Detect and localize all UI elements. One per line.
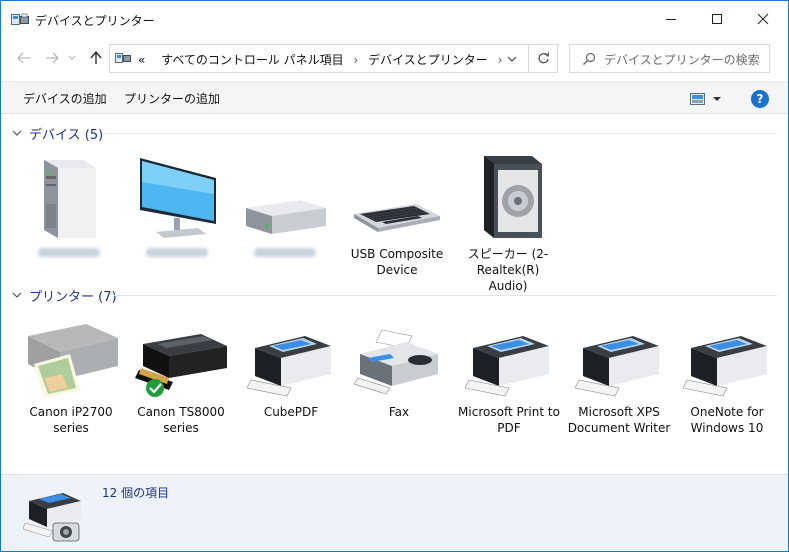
printer-photo-icon — [19, 312, 123, 398]
address-dropdown-icon[interactable] — [506, 53, 518, 65]
address-bar[interactable]: « すべてのコントロール パネル項目 › デバイスとプリンター › — [109, 44, 529, 73]
devices-printers-large-icon — [23, 493, 81, 542]
window-title: デバイスとプリンター — [35, 14, 155, 28]
printer-icon — [675, 312, 779, 398]
minimize-icon — [666, 19, 676, 20]
printer-item-canon-ip2700[interactable]: Canon iP2700 series — [19, 312, 123, 436]
keyboard-icon — [345, 148, 449, 240]
close-button[interactable] — [740, 1, 786, 37]
group-divider — [113, 295, 777, 296]
printer-label: Microsoft Print to PDF — [458, 405, 560, 435]
device-item-drive[interactable] — [233, 148, 337, 257]
device-label-blurred — [146, 248, 208, 257]
printer-icon — [239, 312, 343, 398]
add-device-button[interactable]: デバイスの追加 — [23, 90, 107, 107]
refresh-icon — [537, 52, 549, 64]
printer-label: Fax — [388, 405, 410, 419]
back-arrow-icon — [17, 52, 30, 64]
printer-item-cubepdf[interactable]: CubePDF — [239, 312, 343, 420]
devices-printers-app-icon — [11, 13, 29, 25]
help-button[interactable]: ? — [751, 90, 769, 108]
group-title-devices: デバイス (5) — [29, 127, 104, 143]
items-view: デバイス (5) USB Composite Device スピーカー (2- … — [1, 114, 788, 474]
device-item-computer[interactable] — [17, 148, 121, 257]
search-placeholder: デバイスとプリンターの検索 — [604, 53, 760, 67]
control-panel-icon — [115, 53, 131, 63]
device-label: USB Composite Device — [350, 247, 444, 277]
computer-tower-icon — [17, 148, 121, 240]
item-count: 12 個の項目 — [102, 486, 170, 500]
printer-item-fax[interactable]: Fax — [347, 312, 451, 420]
printer-label: Canon TS8000 series — [137, 405, 225, 435]
recent-locations-button[interactable] — [65, 47, 79, 69]
change-view-icon[interactable] — [689, 91, 725, 107]
add-printer-button[interactable]: プリンターの追加 — [124, 90, 220, 107]
printer-label: OneNote for Windows 10 — [690, 405, 764, 435]
breadcrumb-separator[interactable]: › — [354, 53, 359, 67]
group-title-printers: プリンター (7) — [29, 289, 117, 305]
search-icon — [583, 52, 596, 65]
chevron-down-icon — [12, 130, 22, 136]
devices-printers-window: デバイスとプリンター « すべてのコントロール パネル項目 › デバイスとプリン… — [0, 0, 789, 552]
group-header-devices[interactable]: デバイス (5) — [11, 124, 104, 143]
printer-icon — [457, 312, 561, 398]
monitor-icon — [125, 148, 229, 240]
printer-label: CubePDF — [263, 405, 319, 419]
forward-button[interactable] — [41, 47, 63, 69]
device-item-speaker[interactable]: スピーカー (2- Realtek(R) Audio) — [456, 148, 560, 294]
device-label-blurred — [254, 248, 316, 257]
breadcrumb-devices-printers[interactable]: デバイスとプリンター — [368, 53, 488, 67]
printer-item-canon-ts8000[interactable]: Canon TS8000 series — [129, 312, 233, 436]
breadcrumb: « すべてのコントロール パネル項目 › デバイスとプリンター › — [138, 51, 508, 68]
search-box[interactable]: デバイスとプリンターの検索 — [569, 44, 770, 73]
speaker-icon — [456, 148, 560, 240]
fax-icon — [347, 312, 451, 398]
printer-label: Microsoft XPS Document Writer — [567, 405, 671, 435]
command-bar: デバイスの追加 プリンターの追加 ? — [1, 81, 788, 114]
device-item-keyboard[interactable]: USB Composite Device — [345, 148, 449, 278]
group-header-printers[interactable]: プリンター (7) — [11, 286, 117, 305]
minimize-button[interactable] — [648, 1, 694, 37]
up-arrow-icon — [90, 51, 102, 64]
chevron-down-icon — [12, 292, 22, 298]
printer-item-onenote[interactable]: OneNote for Windows 10 — [675, 312, 779, 436]
group-divider — [103, 133, 777, 134]
device-item-monitor[interactable] — [125, 148, 229, 257]
maximize-icon — [712, 14, 722, 24]
close-icon — [757, 13, 769, 25]
refresh-button[interactable] — [529, 44, 558, 73]
printer-default-icon — [129, 312, 233, 398]
device-label: スピーカー (2- Realtek(R) Audio) — [467, 247, 549, 293]
breadcrumb-separator-end[interactable]: › — [498, 53, 503, 67]
up-button[interactable] — [85, 47, 107, 69]
breadcrumb-overflow[interactable]: « — [138, 53, 145, 67]
back-button[interactable] — [13, 47, 35, 69]
printer-item-ms-xps-writer[interactable]: Microsoft XPS Document Writer — [567, 312, 671, 436]
drive-icon — [233, 148, 337, 240]
chevron-down-icon — [68, 55, 76, 60]
printer-label: Canon iP2700 series — [29, 405, 113, 435]
printer-item-ms-print-to-pdf[interactable]: Microsoft Print to PDF — [457, 312, 561, 436]
device-label-blurred — [38, 248, 100, 257]
printer-icon — [567, 312, 671, 398]
details-pane: 12 個の項目 — [1, 474, 788, 551]
forward-arrow-icon — [46, 52, 59, 64]
title-bar[interactable]: デバイスとプリンター — [1, 1, 788, 37]
navigation-bar: « すべてのコントロール パネル項目 › デバイスとプリンター › デバイスとプ… — [1, 37, 788, 81]
breadcrumb-control-panel[interactable]: すべてのコントロール パネル項目 — [161, 53, 344, 67]
maximize-button[interactable] — [694, 1, 740, 37]
